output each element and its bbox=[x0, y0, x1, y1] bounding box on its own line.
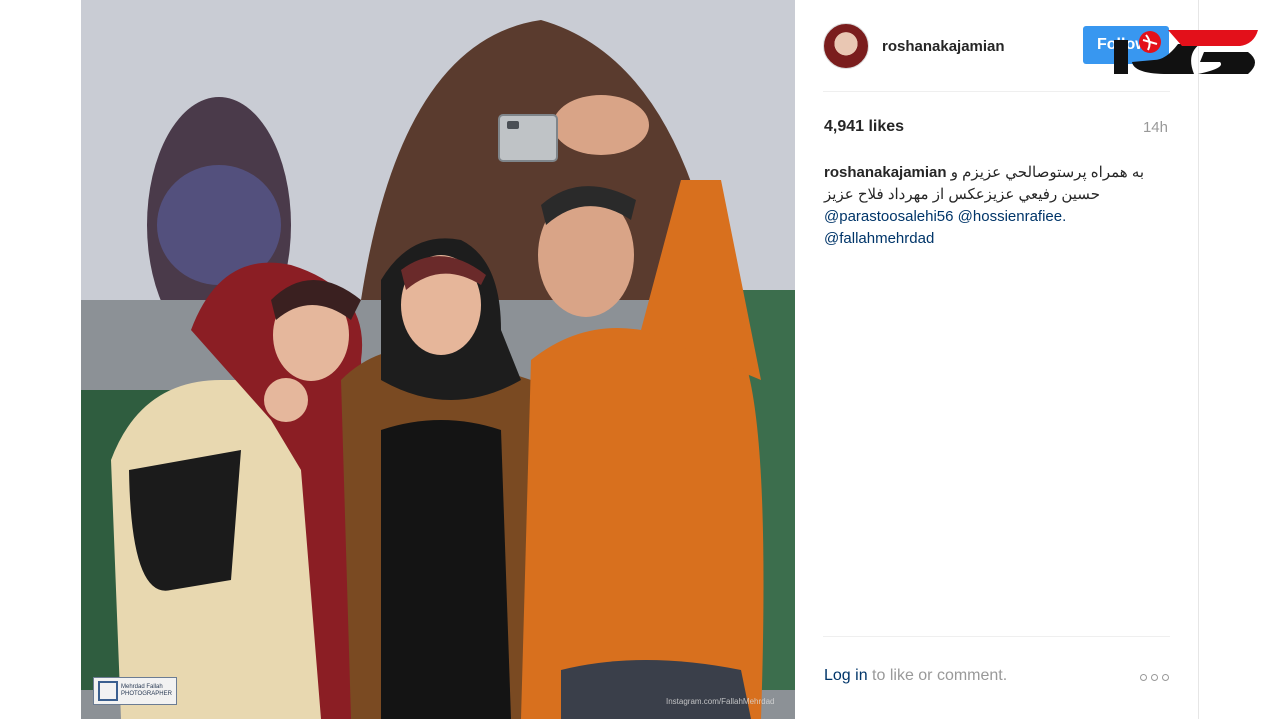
more-dot-icon bbox=[1151, 674, 1158, 681]
mention-link[interactable]: @fallahmehrdad bbox=[824, 230, 934, 247]
brand-logo-icon bbox=[1114, 30, 1258, 74]
mention-link[interactable]: @parastoosalehi56 bbox=[824, 208, 953, 225]
post-info-panel: roshanakajamian Follow 4,941 likes 14h r… bbox=[795, 0, 1199, 719]
more-dot-icon bbox=[1140, 674, 1147, 681]
photo-watermark-text: Instagram.com/FallahMehrdad bbox=[666, 697, 775, 706]
login-link[interactable]: Log in bbox=[824, 667, 868, 684]
photographer-watermark-logo: Mehrdad Fallah PHOTOGRAPHER bbox=[93, 677, 177, 705]
camera-logo-icon bbox=[98, 681, 118, 701]
more-dot-icon bbox=[1162, 674, 1169, 681]
caption-username[interactable]: roshanakajamian bbox=[824, 164, 947, 181]
more-options-button[interactable] bbox=[1140, 674, 1169, 681]
login-prompt: Log in to like or comment. bbox=[824, 667, 1007, 685]
divider bbox=[823, 91, 1170, 92]
selfie-illustration bbox=[81, 0, 795, 719]
divider bbox=[823, 636, 1170, 637]
post-photo[interactable]: Mehrdad Fallah PHOTOGRAPHER Instagram.co… bbox=[81, 0, 795, 719]
caption-text-line2: حسين رفيعي عزيزعکس از مهرداد فلاح عزيز bbox=[824, 186, 1100, 203]
post-timestamp[interactable]: 14h bbox=[1143, 119, 1168, 136]
mention-link[interactable]: @hossienrafiee. bbox=[958, 208, 1067, 225]
caption-text-line1: به همراه پرستوصالحي عزيزم و bbox=[950, 164, 1145, 181]
caption: roshanakajamian به همراه پرستوصالحي عزيز… bbox=[824, 162, 1176, 250]
likes-count[interactable]: 4,941 likes bbox=[824, 118, 904, 136]
login-prompt-text: to like or comment. bbox=[867, 667, 1008, 684]
avatar[interactable] bbox=[823, 23, 869, 69]
username-link[interactable]: roshanakajamian bbox=[882, 38, 1005, 55]
